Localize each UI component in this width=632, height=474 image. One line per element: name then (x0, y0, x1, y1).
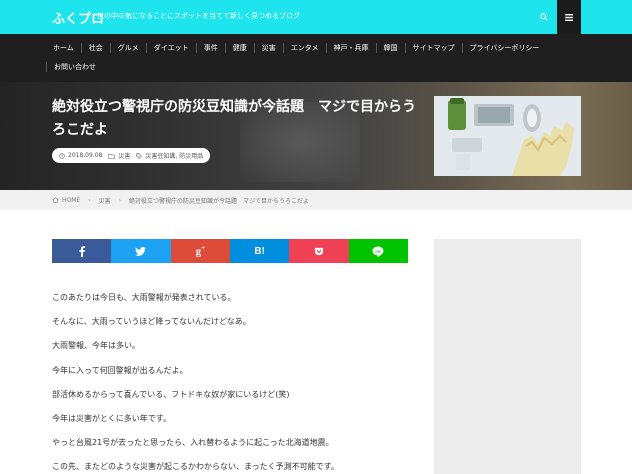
nav-item[interactable]: 韓国 (375, 43, 405, 53)
nav-row-main: ホーム 社会 グルメ ダイエット 事件 健康 災害 エンタメ 神戸・兵庫 韓国 サイトマップ プライバ… (46, 39, 546, 57)
site-header: ふくプロ 世の中の気になることにスポットを当てて新しく見つめるブログ (0, 0, 632, 34)
article-meta: 2018.09.08 災害 災害豆知識, 防災用品 (52, 148, 211, 163)
line-icon: LINE (372, 246, 384, 257)
line-share-button[interactable]: LINE (348, 239, 408, 263)
nav-item[interactable]: お問い合わせ (46, 62, 103, 72)
nav-item[interactable]: ダイエット (145, 43, 196, 53)
thumbnail-image (434, 96, 581, 176)
home-icon (52, 197, 59, 203)
facebook-share-button[interactable] (52, 239, 112, 263)
article-title: 絶対役立つ警視庁の防災豆知識が今話題 マジで目からうろこだよ (52, 99, 416, 138)
nav-item[interactable]: プライバシーポリシー (461, 43, 547, 53)
breadcrumb-current: 絶対役立つ警視庁の防災豆知識が今話題 マジで目からうろこだよ (129, 197, 310, 205)
hatena-icon: B! (254, 245, 265, 257)
pocket-icon (314, 247, 324, 256)
twitter-icon (135, 246, 147, 256)
hamburger-icon (565, 13, 573, 21)
breadcrumb-home[interactable]: HOME (62, 197, 80, 204)
article-tags[interactable]: 災害豆知識, 防災用品 (145, 151, 203, 160)
page: ふくプロ 世の中の気になることにスポットを当てて新しく見つめるブログ ホーム 社会… (0, 0, 632, 474)
svg-text:LINE: LINE (375, 249, 381, 253)
article-paragraph: この先、またどのような災害が起こるかわからない、まったく予測不可能です。 (52, 462, 339, 472)
article-category-link[interactable]: 災害 (118, 151, 130, 160)
twitter-share-button[interactable] (111, 239, 171, 263)
tag-icon (136, 152, 143, 159)
nav-row-secondary: お問い合わせ (46, 58, 103, 76)
share-buttons: g+ B! LINE (52, 239, 408, 263)
breadcrumb-separator-icon: › (118, 196, 122, 204)
facebook-icon (79, 245, 85, 257)
article-body: このあたりは今日も、大雨警報が発表されている。そんなに、大雨っていうほど降ってな… (52, 292, 422, 474)
article-hero: 絶対役立つ警視庁の防災豆知識が今話題 マジで目からうろこだよ 2018.09.0… (0, 82, 632, 190)
google-plus-share-button[interactable]: g+ (170, 239, 230, 263)
search-icon (540, 13, 548, 21)
global-nav: ホーム 社会 グルメ ダイエット 事件 健康 災害 エンタメ 神戸・兵庫 韓国 サイトマップ プライバ… (0, 34, 632, 82)
article-thumbnail (434, 96, 581, 176)
article-paragraph: 今年は災害がとくに多い年です。 (52, 413, 171, 423)
breadcrumb-separator-icon: › (88, 196, 91, 204)
clock-icon (59, 152, 65, 159)
nav-item[interactable]: 災害 (253, 43, 283, 53)
article-paragraph: このあたりは今日も、大雨警報が発表されている。 (52, 293, 236, 302)
nav-item[interactable]: 神戸・兵庫 (325, 43, 376, 53)
pocket-share-button[interactable] (289, 239, 349, 263)
nav-item[interactable]: エンタメ (282, 43, 326, 53)
menu-button[interactable] (557, 0, 581, 34)
article-paragraph: 大雨警報、今年は多い。 (52, 341, 140, 351)
google-plus-icon: g+ (195, 244, 206, 258)
site-description: 世の中の気になることにスポットを当てて新しく見つめるブログ (97, 12, 300, 20)
breadcrumb: HOME › 災害 › 絶対役立つ警視庁の防災豆知識が今話題 マジで目からうろこ… (0, 190, 632, 210)
nav-item[interactable]: 健康 (224, 43, 254, 53)
nav-item[interactable]: 事件 (195, 43, 225, 53)
hatena-share-button[interactable]: B! (229, 239, 290, 263)
folder-icon (108, 153, 116, 159)
sidebar (434, 239, 581, 474)
article-paragraph: 今年に入って何回警報が出るんだよ。 (52, 365, 188, 375)
nav-item[interactable]: 社会 (80, 43, 110, 53)
article-date: 2018.09.08 (68, 152, 103, 159)
search-button[interactable] (530, 0, 558, 34)
nav-item[interactable]: サイトマップ (404, 43, 462, 53)
nav-item[interactable]: ホーム (46, 43, 81, 53)
article-paragraph: そんなに、大雨っていうほど降ってないんだけどなあ。 (52, 317, 251, 327)
article-paragraph: 部活休めるからって喜んでいる、フトドキな奴が家にいるけど(笑) (52, 389, 290, 399)
nav-item[interactable]: グルメ (109, 43, 146, 53)
article-paragraph: やっと台風21号が去ったと思ったら、入れ替わるように起こった北海道地震。 (52, 438, 334, 448)
breadcrumb-category[interactable]: 災害 (99, 196, 111, 205)
